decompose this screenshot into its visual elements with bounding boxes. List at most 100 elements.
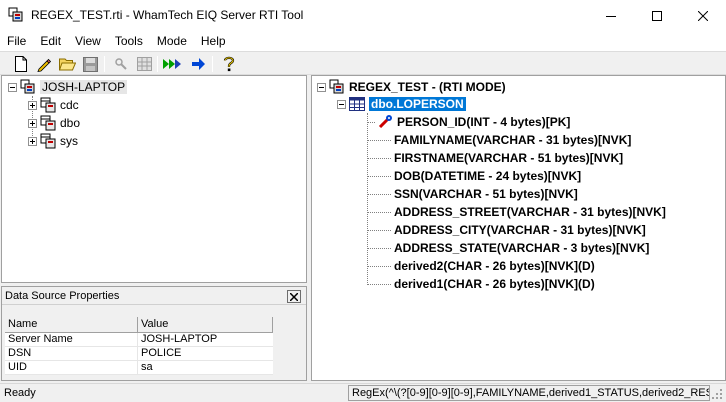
menu-file[interactable]: File	[0, 31, 33, 51]
tree-connector	[367, 211, 391, 213]
property-row[interactable]: DSN POLICE	[5, 347, 273, 361]
grid-icon[interactable]	[135, 55, 153, 73]
schema-icon	[40, 133, 56, 149]
tree-label-schema: sys	[60, 134, 78, 148]
arrow-right-icon[interactable]	[190, 55, 208, 73]
close-button[interactable]	[680, 0, 726, 31]
tree-label-schema: dbo	[60, 116, 81, 130]
property-value: JOSH-LAPTOP	[141, 333, 218, 345]
toolbar	[0, 51, 726, 75]
edit-pencil-icon[interactable]	[35, 55, 53, 73]
tree-connector	[367, 283, 391, 285]
column-label: ADDRESS_STATE(VARCHAR - 3 bytes)[NVK]	[394, 241, 650, 255]
menu-view[interactable]: View	[68, 31, 108, 51]
column-header-name[interactable]: Name	[5, 317, 138, 332]
tree-node-column[interactable]: DOB(DATETIME - 24 bytes)[NVK]	[367, 167, 581, 185]
minimize-button[interactable]	[588, 0, 634, 31]
column-label: derived1(CHAR - 26 bytes)[NVK](D)	[394, 277, 595, 291]
table-icon	[349, 96, 365, 112]
menu-bar: File Edit View Tools Mode Help	[0, 31, 726, 51]
collapse-toggle[interactable]	[317, 82, 326, 92]
collapse-toggle[interactable]	[337, 99, 346, 109]
expand-toggle[interactable]	[28, 118, 37, 128]
tree-connector	[367, 175, 391, 177]
tree-node-server[interactable]: JOSH-LAPTOP	[8, 78, 128, 96]
tree-node-column[interactable]: ADDRESS_STREET(VARCHAR - 31 bytes)[NVK]	[367, 203, 666, 221]
maximize-button[interactable]	[634, 0, 680, 31]
column-label: FAMILYNAME(VARCHAR - 31 bytes)[NVK]	[394, 133, 632, 147]
status-bar: Ready RegEx(^\(?[0-9][0-9][0-9],FAMILYNA…	[0, 383, 726, 402]
tree-node-rti-root[interactable]: REGEX_TEST - (RTI MODE)	[317, 78, 506, 96]
server-icon	[329, 79, 345, 95]
window-title: REGEX_TEST.rti - WhamTech EIQ Server RTI…	[31, 8, 304, 22]
property-name: DSN	[5, 347, 138, 360]
tree-connector	[367, 157, 391, 159]
tree-node-schema[interactable]: sys	[28, 132, 78, 150]
tree-connector	[367, 229, 391, 231]
schema-icon	[40, 97, 56, 113]
column-label: SSN(VARCHAR - 51 bytes)[NVK]	[394, 187, 578, 201]
tree-node-column[interactable]: derived2(CHAR - 26 bytes)[NVK](D)	[367, 257, 595, 275]
resize-grip-icon[interactable]	[711, 388, 723, 400]
tree-label-schema: cdc	[60, 98, 79, 112]
server-tree-panel[interactable]: JOSH-LAPTOP cdc dbo sys	[1, 75, 307, 283]
save-disk-icon[interactable]	[81, 55, 99, 73]
properties-header: Data Source Properties	[2, 287, 306, 305]
property-value: sa	[141, 361, 153, 373]
toolbar-separator	[212, 56, 213, 72]
tree-node-schema[interactable]: dbo	[28, 114, 80, 132]
properties-title: Data Source Properties	[5, 290, 120, 302]
tree-node-column[interactable]: SSN(VARCHAR - 51 bytes)[NVK]	[367, 185, 578, 203]
run-icon[interactable]	[163, 55, 181, 73]
column-header-value[interactable]: Value	[138, 317, 273, 332]
expand-toggle[interactable]	[28, 100, 37, 110]
column-label: ADDRESS_CITY(VARCHAR - 31 bytes)[NVK]	[394, 223, 646, 237]
tree-connector	[367, 247, 391, 249]
column-label: FIRSTNAME(VARCHAR - 51 bytes)[NVK]	[394, 151, 624, 165]
title-bar[interactable]: REGEX_TEST.rti - WhamTech EIQ Server RTI…	[0, 0, 726, 31]
tree-connector	[367, 139, 391, 141]
column-label: derived2(CHAR - 26 bytes)[NVK](D)	[394, 259, 595, 273]
primary-key-icon	[377, 114, 393, 130]
server-icon	[20, 79, 36, 95]
menu-mode[interactable]: Mode	[150, 31, 194, 51]
toolbar-separator	[104, 56, 105, 72]
expand-toggle[interactable]	[28, 136, 37, 146]
new-document-icon[interactable]	[12, 55, 30, 73]
menu-tools[interactable]: Tools	[108, 31, 150, 51]
tree-node-column[interactable]: ADDRESS_CITY(VARCHAR - 31 bytes)[NVK]	[367, 221, 646, 239]
schema-icon	[40, 115, 56, 131]
tree-node-column[interactable]: FAMILYNAME(VARCHAR - 31 bytes)[NVK]	[367, 131, 631, 149]
tree-node-column[interactable]: ADDRESS_STATE(VARCHAR - 3 bytes)[NVK]	[367, 239, 649, 257]
data-source-properties-panel: Data Source Properties Name Value Server…	[1, 286, 307, 381]
properties-close-button[interactable]	[287, 290, 301, 303]
status-regex-panel: RegEx(^\(?[0-9][0-9][0-9],FAMILYNAME,der…	[348, 385, 710, 401]
column-label: ADDRESS_STREET(VARCHAR - 31 bytes)[NVK]	[394, 205, 666, 219]
open-folder-icon[interactable]	[58, 55, 76, 73]
collapse-toggle[interactable]	[8, 82, 17, 92]
tree-label-server: JOSH-LAPTOP	[40, 80, 128, 94]
column-label: DOB(DATETIME - 24 bytes)[NVK]	[394, 169, 582, 183]
property-name: UID	[5, 361, 138, 374]
tree-connector	[367, 121, 375, 123]
toolbar-separator	[157, 56, 158, 72]
find-icon[interactable]	[112, 55, 130, 73]
tree-connector	[367, 193, 391, 195]
help-icon[interactable]	[220, 55, 238, 73]
properties-column-headers: Name Value	[5, 317, 273, 333]
tree-node-schema[interactable]: cdc	[28, 96, 79, 114]
rti-tree-panel[interactable]: REGEX_TEST - (RTI MODE) dbo.LOPERSON PER…	[311, 75, 726, 381]
menu-edit[interactable]: Edit	[33, 31, 68, 51]
tree-node-column-pk[interactable]: PERSON_ID(INT - 4 bytes)[PK]	[367, 113, 570, 131]
tree-node-column[interactable]: FIRSTNAME(VARCHAR - 51 bytes)[NVK]	[367, 149, 623, 167]
tree-label-rti-root: REGEX_TEST - (RTI MODE)	[349, 80, 506, 94]
property-row[interactable]: UID sa	[5, 361, 273, 375]
tree-label-table-selected: dbo.LOPERSON	[369, 97, 466, 111]
property-name: Server Name	[5, 333, 138, 346]
menu-help[interactable]: Help	[194, 31, 233, 51]
tree-node-table[interactable]: dbo.LOPERSON	[337, 95, 466, 113]
property-row[interactable]: Server Name JOSH-LAPTOP	[5, 333, 273, 347]
tree-node-column[interactable]: derived1(CHAR - 26 bytes)[NVK](D)	[367, 275, 595, 293]
properties-grid[interactable]: Name Value Server Name JOSH-LAPTOP DSN P…	[5, 317, 273, 375]
app-icon[interactable]	[8, 7, 24, 23]
